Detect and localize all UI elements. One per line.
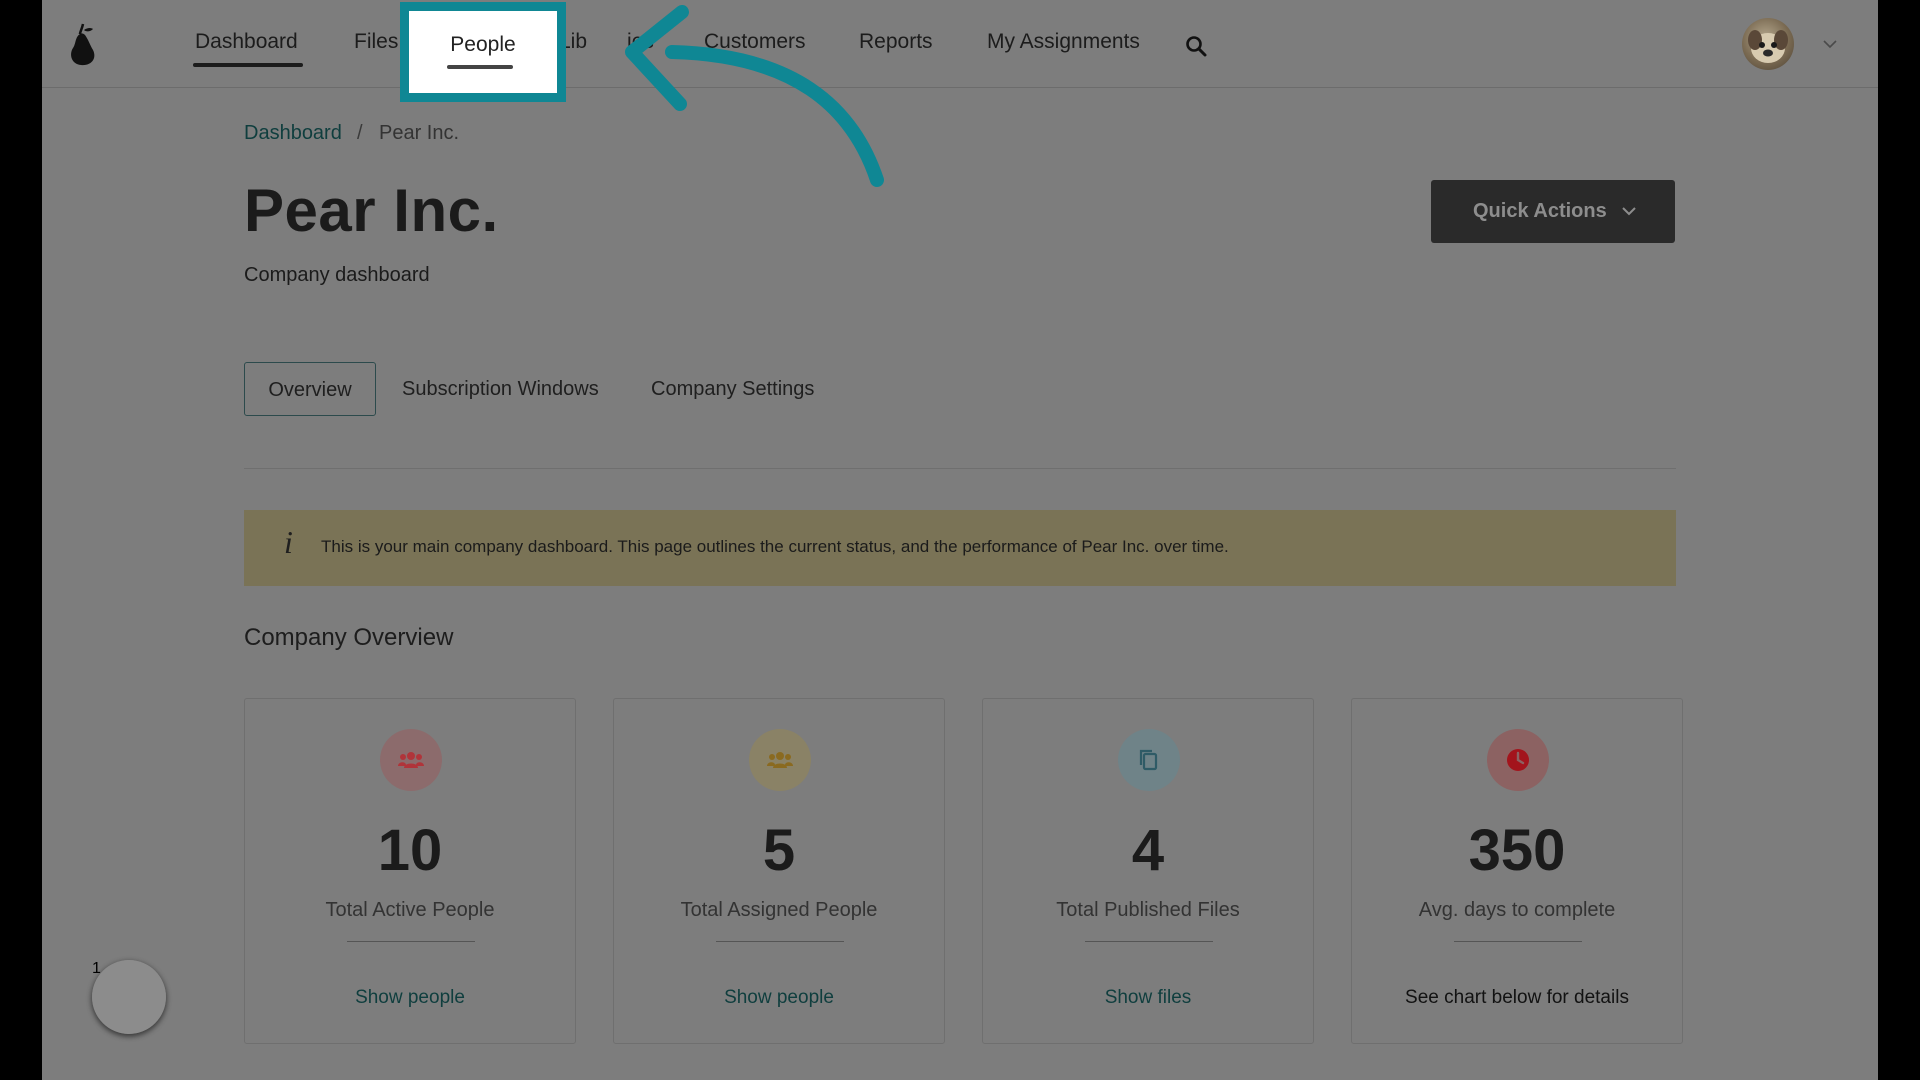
nav-item-people[interactable]: People bbox=[409, 33, 557, 57]
top-navigation: Dashboard Files Lib ies Customers Reports… bbox=[42, 0, 1878, 88]
show-people-link[interactable]: Show people bbox=[245, 987, 575, 1009]
stat-value: 4 bbox=[1131, 818, 1165, 883]
stat-caption: Avg. days to complete bbox=[1418, 899, 1616, 921]
nav-active-underline bbox=[193, 63, 303, 67]
people-underline bbox=[447, 65, 513, 69]
show-files-link[interactable]: Show files bbox=[983, 987, 1313, 1009]
people-icon bbox=[767, 752, 793, 768]
info-banner-text: This is your main company dashboard. Thi… bbox=[321, 537, 1229, 556]
search-icon[interactable] bbox=[1184, 34, 1208, 58]
tab-subscription-windows[interactable]: Subscription Windows bbox=[402, 362, 599, 416]
nav-item-files[interactable]: Files bbox=[354, 30, 398, 54]
stat-divider bbox=[716, 941, 844, 942]
section-divider bbox=[244, 468, 1676, 469]
people-icon bbox=[398, 752, 424, 768]
copy-icon bbox=[1139, 749, 1158, 771]
user-avatar[interactable] bbox=[1742, 18, 1794, 70]
copy-icon-circle bbox=[1118, 729, 1180, 791]
breadcrumb-separator: / bbox=[357, 122, 363, 144]
show-people-link[interactable]: Show people bbox=[614, 987, 944, 1009]
quick-actions-label: Quick Actions bbox=[1473, 200, 1607, 222]
tab-overview[interactable]: Overview bbox=[244, 362, 376, 416]
breadcrumb-dashboard-link[interactable]: Dashboard bbox=[244, 122, 342, 145]
annotation-arrow-icon bbox=[625, 5, 884, 187]
stat-value: 10 bbox=[377, 818, 443, 883]
stat-value: 350 bbox=[1468, 818, 1566, 883]
stat-card-active-people: 10 Total Active People Show people bbox=[244, 698, 576, 1044]
people-icon-circle bbox=[749, 729, 811, 791]
avatar-dog-image bbox=[1748, 30, 1788, 63]
stat-caption: Total Assigned People bbox=[680, 899, 878, 921]
people-icon-circle bbox=[380, 729, 442, 791]
chevron-down-icon bbox=[1622, 207, 1636, 216]
nav-item-people-highlight[interactable]: People bbox=[400, 2, 566, 102]
company-overview-title: Company Overview bbox=[244, 624, 454, 651]
info-icon: i bbox=[284, 524, 293, 560]
see-chart-text: See chart below for details bbox=[1405, 987, 1629, 1008]
stat-card-assigned-people: 5 Total Assigned People Show people bbox=[613, 698, 945, 1044]
chevron-down-icon[interactable] bbox=[1822, 38, 1838, 50]
stat-value: 5 bbox=[762, 818, 796, 883]
nav-item-my-assignments[interactable]: My Assignments bbox=[987, 30, 1140, 54]
breadcrumb-current: Pear Inc. bbox=[379, 122, 460, 144]
stat-caption: Total Published Files bbox=[1056, 899, 1240, 921]
stat-card-avg-days: 350 Avg. days to complete See chart belo… bbox=[1351, 698, 1683, 1044]
stat-caption: Total Active People bbox=[325, 899, 495, 921]
page-title: Pear Inc. bbox=[244, 177, 499, 244]
app-frame: Dashboard Files Lib ies Customers Reports… bbox=[42, 0, 1878, 1080]
quick-actions-button[interactable]: Quick Actions bbox=[1431, 180, 1675, 243]
tab-company-settings[interactable]: Company Settings bbox=[651, 362, 814, 416]
stat-card-published-files: 4 Total Published Files Show files bbox=[982, 698, 1314, 1044]
pear-logo-icon[interactable] bbox=[66, 20, 100, 68]
stat-divider bbox=[1454, 941, 1582, 942]
clock-icon bbox=[1507, 749, 1529, 771]
notification-badge: 1 bbox=[92, 960, 166, 1034]
stat-divider bbox=[1085, 941, 1213, 942]
stat-divider bbox=[347, 941, 475, 942]
nav-item-dashboard[interactable]: Dashboard bbox=[195, 30, 298, 54]
clock-icon-circle bbox=[1487, 729, 1549, 791]
info-banner: i This is your main company dashboard. T… bbox=[244, 510, 1676, 586]
page-subtitle: Company dashboard bbox=[244, 264, 430, 286]
